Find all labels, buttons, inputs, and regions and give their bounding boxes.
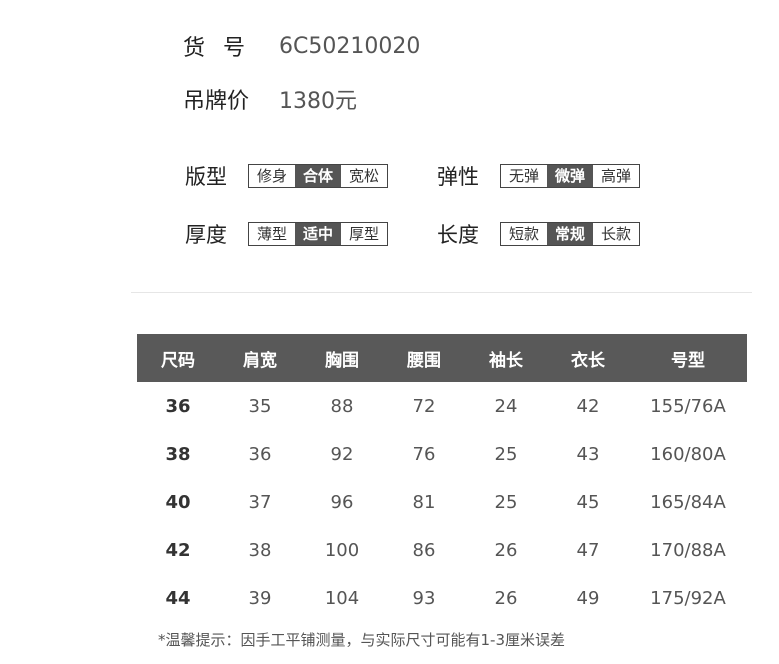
fit-option[interactable]: 宽松 xyxy=(341,165,387,187)
table-cell: 35 xyxy=(248,395,272,417)
table-cell: 45 xyxy=(576,491,600,513)
table-cell: 39 xyxy=(248,587,272,609)
table-cell: 100 xyxy=(324,539,360,561)
table-row: 42 38 100 86 26 47 170/88A xyxy=(137,526,747,574)
stretch-option[interactable]: 微弹 xyxy=(547,165,593,187)
header-size: 尺码 xyxy=(137,334,219,382)
stretch-option[interactable]: 无弹 xyxy=(501,165,547,187)
thickness-option[interactable]: 适中 xyxy=(295,223,341,245)
table-cell: 76 xyxy=(412,443,436,465)
table-cell: 25 xyxy=(494,491,518,513)
table-cell: 93 xyxy=(412,587,436,609)
table-cell: 104 xyxy=(324,587,360,609)
length-option[interactable]: 短款 xyxy=(501,223,547,245)
table-cell: 155/76A xyxy=(650,395,726,417)
table-cell: 26 xyxy=(494,539,518,561)
header-chest: 胸围 xyxy=(301,334,383,382)
stretch-selector: 无弹 微弹 高弹 xyxy=(500,164,640,188)
table-cell: 86 xyxy=(412,539,436,561)
measurement-note: *温馨提示：因手工平铺测量，与实际尺寸可能有1-3厘米误差 xyxy=(158,631,566,649)
size-cell: 42 xyxy=(165,539,191,561)
table-cell: 37 xyxy=(248,491,272,513)
header-length: 衣长 xyxy=(547,334,629,382)
sku-value: 6C50210020 xyxy=(279,33,421,59)
header-fit-code: 号型 xyxy=(629,334,747,382)
thickness-selector: 薄型 适中 厚型 xyxy=(248,222,388,246)
attr-thickness: 厚度 薄型 适中 厚型 xyxy=(185,222,388,247)
table-cell: 38 xyxy=(248,539,272,561)
table-cell: 160/80A xyxy=(650,443,726,465)
header-shoulder: 肩宽 xyxy=(219,334,301,382)
header-waist: 腰围 xyxy=(383,334,465,382)
section-divider xyxy=(131,292,752,293)
table-cell: 81 xyxy=(412,491,436,513)
fit-option[interactable]: 修身 xyxy=(249,165,295,187)
table-cell: 49 xyxy=(576,587,600,609)
attr-stretch: 弹性 无弹 微弹 高弹 xyxy=(437,164,640,189)
length-selector: 短款 常规 长款 xyxy=(500,222,640,246)
table-cell: 42 xyxy=(576,395,600,417)
attr-fit-label: 版型 xyxy=(185,165,227,189)
table-cell: 165/84A xyxy=(650,491,726,513)
table-cell: 96 xyxy=(330,491,354,513)
attr-length-label: 长度 xyxy=(437,223,479,247)
size-cell: 38 xyxy=(165,443,191,465)
attr-stretch-label: 弹性 xyxy=(437,165,479,189)
price-value: 1380元 xyxy=(279,89,357,114)
thickness-option[interactable]: 薄型 xyxy=(249,223,295,245)
table-header-row: 尺码 肩宽 胸围 腰围 袖长 衣长 号型 xyxy=(137,334,747,382)
table-cell: 24 xyxy=(494,395,518,417)
table-cell: 72 xyxy=(412,395,436,417)
sku-row: 货号 6C50210020 xyxy=(183,31,421,62)
table-cell: 170/88A xyxy=(650,539,726,561)
table-row: 44 39 104 93 26 49 175/92A xyxy=(137,574,747,622)
table-cell: 92 xyxy=(330,443,354,465)
attr-thickness-label: 厚度 xyxy=(185,223,227,247)
table-cell: 43 xyxy=(576,443,600,465)
table-cell: 88 xyxy=(330,395,354,417)
length-option[interactable]: 常规 xyxy=(547,223,593,245)
stretch-option[interactable]: 高弹 xyxy=(593,165,639,187)
table-row: 40 37 96 81 25 45 165/84A xyxy=(137,478,747,526)
thickness-option[interactable]: 厚型 xyxy=(341,223,387,245)
table-cell: 47 xyxy=(576,539,600,561)
attr-length: 长度 短款 常规 长款 xyxy=(437,222,640,247)
price-row: 吊牌价 1380元 xyxy=(183,84,357,114)
table-cell: 36 xyxy=(248,443,272,465)
fit-selector: 修身 合体 宽松 xyxy=(248,164,388,188)
price-label: 吊牌价 xyxy=(183,89,250,114)
table-cell: 26 xyxy=(494,587,518,609)
table-row: 36 35 88 72 24 42 155/76A xyxy=(137,382,747,430)
length-option[interactable]: 长款 xyxy=(593,223,639,245)
size-cell: 40 xyxy=(165,491,191,513)
size-cell: 36 xyxy=(165,395,191,417)
header-sleeve: 袖长 xyxy=(465,334,547,382)
fit-option[interactable]: 合体 xyxy=(295,165,341,187)
table-cell: 25 xyxy=(494,443,518,465)
sku-label: 货号 xyxy=(183,36,264,61)
size-cell: 44 xyxy=(165,587,191,609)
table-cell: 175/92A xyxy=(650,587,726,609)
attr-fit: 版型 修身 合体 宽松 xyxy=(185,164,388,189)
size-table: 尺码 肩宽 胸围 腰围 袖长 衣长 号型 36 35 88 72 24 42 1… xyxy=(137,334,747,622)
table-row: 38 36 92 76 25 43 160/80A xyxy=(137,430,747,478)
